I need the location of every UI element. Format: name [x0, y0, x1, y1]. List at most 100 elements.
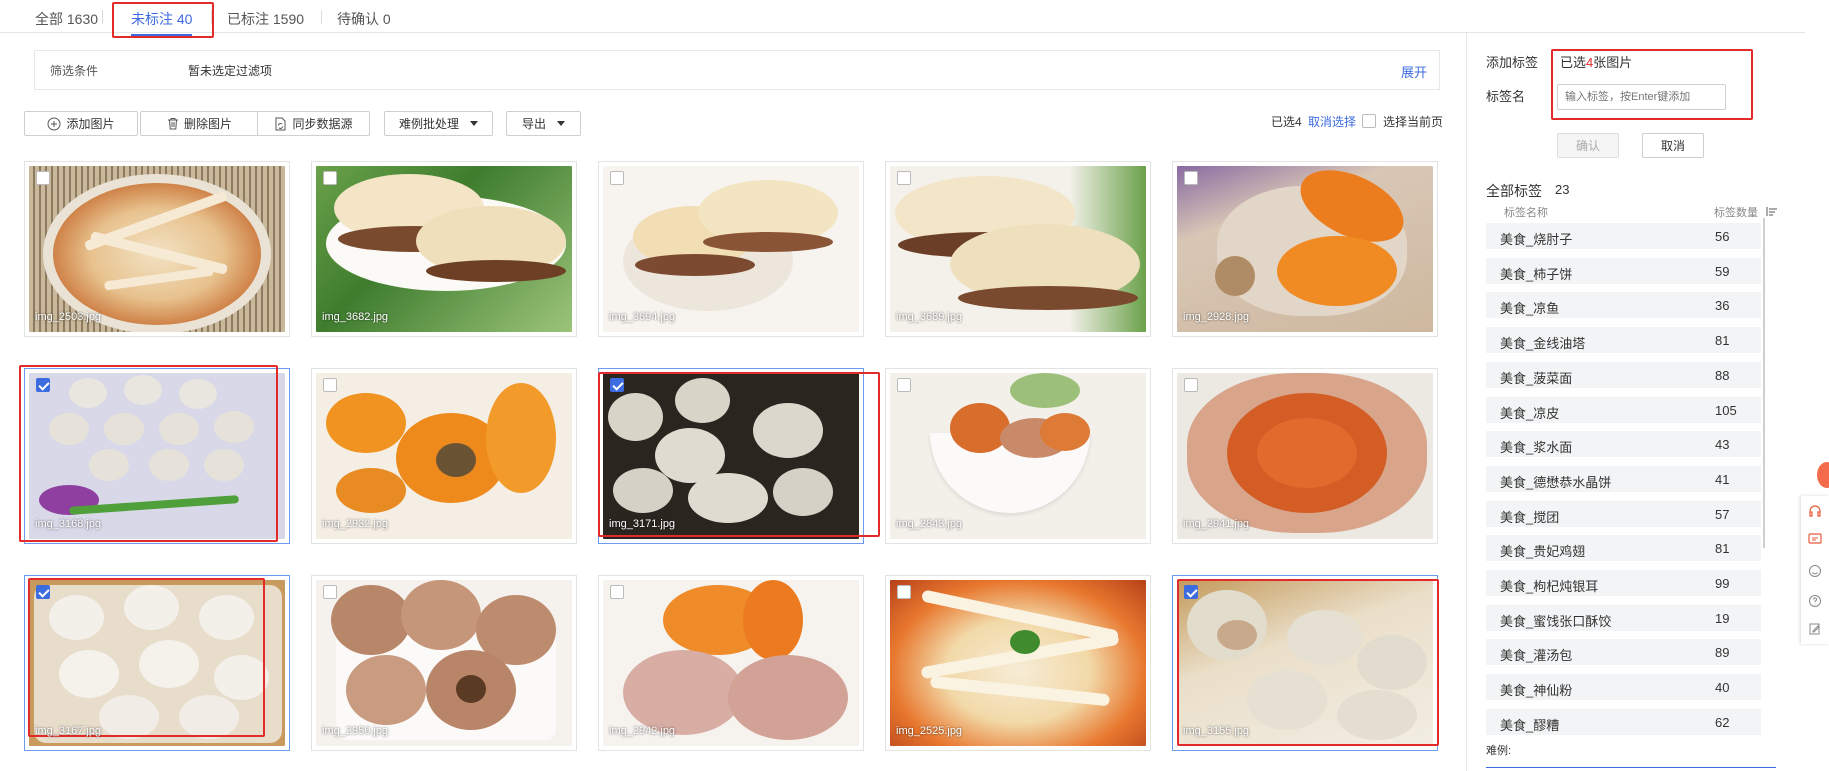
- image-card[interactable]: img_3689.jpg: [885, 161, 1151, 337]
- selected-prefix: 已选: [1560, 55, 1587, 70]
- sort-icon[interactable]: [1766, 205, 1778, 217]
- image-select-checkbox[interactable]: [897, 171, 911, 185]
- hard-example-batch-dropdown[interactable]: 难例批处理: [384, 111, 493, 136]
- export-dropdown[interactable]: 导出: [506, 111, 581, 136]
- image-card[interactable]: img_2843.jpg: [885, 368, 1151, 544]
- image-filename: img_2503.jpg: [35, 311, 102, 323]
- filter-expand-link[interactable]: 展开: [1401, 62, 1427, 81]
- tag-count-column: 标签数量: [1714, 207, 1758, 219]
- tag-name: 美食_灌汤包: [1500, 648, 1573, 664]
- tag-row[interactable]: 美食_枸杞炖银耳 99: [1486, 570, 1761, 596]
- food-photo: [603, 580, 859, 746]
- cancel-button[interactable]: 取消: [1642, 133, 1704, 158]
- selected-count: 已选4: [1271, 115, 1302, 129]
- tag-row[interactable]: 美食_凉鱼 36: [1486, 292, 1761, 319]
- image-card[interactable]: img_2950.jpg: [311, 575, 577, 751]
- tag-name: 美食_德懋恭水晶饼: [1500, 474, 1612, 490]
- tag-row[interactable]: 美食_蜜饯张口酥饺 19: [1486, 604, 1761, 631]
- hard-example-batch-label: 难例批处理: [398, 117, 459, 131]
- tag-count: 81: [1715, 333, 1730, 349]
- tag-row[interactable]: 美食_烧肘子 56: [1486, 223, 1761, 249]
- food-photo: [890, 580, 1146, 746]
- all-tags-title: 全部标签: [1486, 183, 1542, 199]
- tag-row[interactable]: 美食_灌汤包 89: [1486, 639, 1761, 666]
- tag-name-input[interactable]: [1557, 84, 1726, 110]
- image-filename: img_3689.jpg: [896, 311, 963, 323]
- image-card[interactable]: img_2932.jpg: [311, 368, 577, 544]
- image-select-checkbox[interactable]: [36, 171, 50, 185]
- image-card[interactable]: img_3155.jpg: [1172, 575, 1438, 751]
- image-select-checkbox[interactable]: [897, 378, 911, 392]
- edit-note-icon[interactable]: [1808, 622, 1822, 636]
- image-card[interactable]: img_3682.jpg: [311, 161, 577, 337]
- image-card[interactable]: img_2525.jpg: [885, 575, 1151, 751]
- tag-row[interactable]: 美食_德懋恭水晶饼 41: [1486, 465, 1761, 492]
- image-card[interactable]: img_3167.jpg: [24, 575, 290, 751]
- image-filename: img_2942.jpg: [609, 725, 676, 737]
- image-filename: img_3694.jpg: [609, 311, 676, 323]
- assistant-avatar-icon[interactable]: [1817, 462, 1829, 488]
- image-filename: img_2950.jpg: [322, 725, 389, 737]
- image-select-checkbox[interactable]: [610, 378, 624, 392]
- tab-labeled[interactable]: 已标注 1590: [227, 9, 304, 29]
- image-select-checkbox[interactable]: [1184, 171, 1198, 185]
- image-select-checkbox[interactable]: [323, 585, 337, 599]
- add-image-button[interactable]: 添加图片: [24, 111, 138, 136]
- food-photo: [316, 373, 572, 539]
- plus-circle-icon: [47, 117, 61, 130]
- tag-row[interactable]: 美食_神仙粉 40: [1486, 674, 1761, 701]
- image-card[interactable]: img_3168.jpg: [24, 368, 290, 544]
- image-card[interactable]: img_3694.jpg: [598, 161, 864, 337]
- sync-datasource-button[interactable]: 同步数据源: [257, 111, 370, 136]
- image-select-checkbox[interactable]: [323, 171, 337, 185]
- image-select-checkbox[interactable]: [36, 378, 50, 392]
- tag-row[interactable]: 美食_柿子饼 59: [1486, 257, 1761, 284]
- tag-name: 美食_柿子饼: [1500, 266, 1573, 282]
- chat-icon[interactable]: [1808, 564, 1822, 578]
- tag-row[interactable]: 美食_浆水面 43: [1486, 431, 1761, 458]
- tag-row[interactable]: 美食_贵妃鸡翅 81: [1486, 535, 1761, 562]
- tag-count: 88: [1715, 367, 1730, 383]
- select-page-checkbox[interactable]: [1362, 114, 1376, 128]
- image-select-checkbox[interactable]: [323, 378, 337, 392]
- image-card[interactable]: img_2928.jpg: [1172, 161, 1438, 337]
- selected-suffix: 张图片: [1593, 55, 1633, 70]
- tab-all[interactable]: 全部 1630: [35, 9, 98, 29]
- image-card[interactable]: img_2942.jpg: [598, 575, 864, 751]
- active-tab-underline: [131, 34, 193, 36]
- tab-unlabeled[interactable]: 未标注 40: [131, 9, 193, 36]
- image-select-checkbox[interactable]: [1184, 585, 1198, 599]
- tag-list-scrollbar[interactable]: [1763, 218, 1765, 548]
- image-select-checkbox[interactable]: [1184, 378, 1198, 392]
- hard-example-field[interactable]: [1486, 767, 1776, 771]
- cancel-selection-link[interactable]: 取消选择: [1308, 113, 1356, 130]
- tag-row[interactable]: 美食_醪糟 62: [1486, 708, 1761, 735]
- tag-row[interactable]: 美食_凉皮 105: [1486, 396, 1761, 423]
- tag-count: 99: [1715, 576, 1730, 591]
- tag-row[interactable]: 美食_金线油塔 81: [1486, 327, 1761, 354]
- image-filename: img_2525.jpg: [896, 725, 963, 737]
- headset-icon[interactable]: [1808, 504, 1822, 518]
- tag-row[interactable]: 美食_搅团 57: [1486, 500, 1761, 527]
- tag-count: 43: [1715, 437, 1730, 453]
- delete-image-button[interactable]: 删除图片: [140, 111, 259, 136]
- image-card[interactable]: img_3171.jpg: [598, 368, 864, 544]
- image-filename: img_3171.jpg: [609, 518, 676, 530]
- message-icon[interactable]: [1808, 532, 1822, 546]
- confirm-button[interactable]: 确认: [1557, 133, 1619, 158]
- image-select-checkbox[interactable]: [610, 585, 624, 599]
- image-card[interactable]: img_2503.jpg: [24, 161, 290, 337]
- image-select-checkbox[interactable]: [36, 585, 50, 599]
- tag-row[interactable]: 美食_菠菜面 88: [1486, 361, 1761, 388]
- help-icon[interactable]: [1808, 594, 1822, 608]
- select-page-label: 选择当前页: [1383, 115, 1444, 129]
- image-select-checkbox[interactable]: [897, 585, 911, 599]
- filter-value: 暂未选定过滤项: [188, 64, 273, 78]
- tab-pending[interactable]: 待确认 0: [337, 9, 391, 29]
- tag-count: 89: [1715, 645, 1730, 661]
- food-photo: [1177, 580, 1433, 746]
- image-card[interactable]: img_2941.jpg: [1172, 368, 1438, 544]
- tag-name: 美食_醪糟: [1500, 717, 1560, 733]
- image-select-checkbox[interactable]: [610, 171, 624, 185]
- food-photo: [316, 580, 572, 746]
